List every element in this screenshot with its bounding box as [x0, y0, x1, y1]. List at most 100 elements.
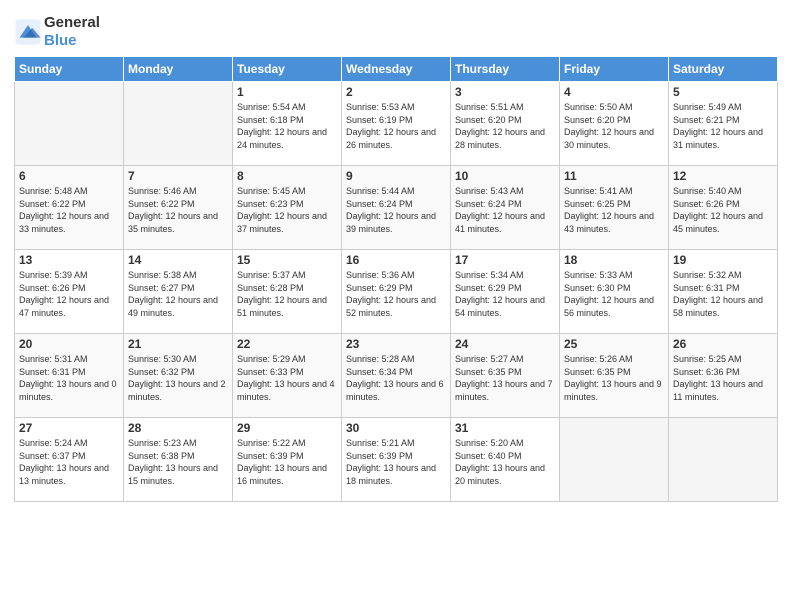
day-info: Sunrise: 5:27 AM Sunset: 6:35 PM Dayligh… [455, 353, 555, 403]
day-info: Sunrise: 5:36 AM Sunset: 6:29 PM Dayligh… [346, 269, 446, 319]
day-number: 2 [346, 85, 446, 99]
calendar-day-cell: 8 Sunrise: 5:45 AM Sunset: 6:23 PM Daylig… [233, 166, 342, 250]
calendar-day-cell: 19Sunrise: 5:32 AM Sunset: 6:31 PM Dayli… [669, 250, 778, 334]
calendar-day-cell: 27 Sunrise: 5:24 AM Sunset: 6:37 PM Dayli… [15, 418, 124, 502]
day-info: Sunrise: 5:33 AM Sunset: 6:30 PM Dayligh… [564, 269, 664, 319]
calendar-day-cell [560, 418, 669, 502]
calendar-week-row: 20 Sunrise: 5:31 AM Sunset: 6:31 PM Dayli… [15, 334, 778, 418]
day-info: Sunrise: 5:45 AM Sunset: 6:23 PM Dayligh… [237, 185, 337, 235]
day-number: 6 [19, 169, 119, 183]
day-info: Sunrise: 5:40 AM Sunset: 6:26 PM Dayligh… [673, 185, 773, 235]
calendar-day-header: Saturday [669, 57, 778, 82]
day-info: Sunrise: 5:46 AM Sunset: 6:22 PM Dayligh… [128, 185, 228, 235]
calendar-day-cell: 2 Sunrise: 5:53 AM Sunset: 6:19 PM Daylig… [342, 82, 451, 166]
day-info: Sunrise: 5:20 AM Sunset: 6:40 PM Dayligh… [455, 437, 555, 487]
calendar-day-cell: 22 Sunrise: 5:29 AM Sunset: 6:33 PM Dayli… [233, 334, 342, 418]
calendar-day-cell: 17 Sunrise: 5:34 AM Sunset: 6:29 PM Dayli… [451, 250, 560, 334]
day-number: 12 [673, 169, 773, 183]
day-info: Sunrise: 5:44 AM Sunset: 6:24 PM Dayligh… [346, 185, 446, 235]
calendar-day-cell: 15 Sunrise: 5:37 AM Sunset: 6:28 PM Dayli… [233, 250, 342, 334]
day-info: Sunrise: 5:38 AM Sunset: 6:27 PM Dayligh… [128, 269, 228, 319]
day-number: 21 [128, 337, 228, 351]
calendar-day-cell: 12 Sunrise: 5:40 AM Sunset: 6:26 PM Dayli… [669, 166, 778, 250]
calendar-day-header: Tuesday [233, 57, 342, 82]
day-number: 27 [19, 421, 119, 435]
day-number: 8 [237, 169, 337, 183]
calendar-day-header: Sunday [15, 57, 124, 82]
calendar-day-cell: 31 Sunrise: 5:20 AM Sunset: 6:40 PM Dayli… [451, 418, 560, 502]
day-info: Sunrise: 5:41 AM Sunset: 6:25 PM Dayligh… [564, 185, 664, 235]
day-info: Sunrise: 5:29 AM Sunset: 6:33 PM Dayligh… [237, 353, 337, 403]
calendar-day-cell: 26 Sunrise: 5:25 AM Sunset: 6:36 PM Dayli… [669, 334, 778, 418]
calendar-week-row: 1Sunrise: 5:54 AM Sunset: 6:18 PM Daylig… [15, 82, 778, 166]
day-number: 17 [455, 253, 555, 267]
day-number: 18 [564, 253, 664, 267]
day-number: 23 [346, 337, 446, 351]
day-info: Sunrise: 5:25 AM Sunset: 6:36 PM Dayligh… [673, 353, 773, 403]
calendar-day-cell: 24 Sunrise: 5:27 AM Sunset: 6:35 PM Dayli… [451, 334, 560, 418]
calendar-day-cell: 9 Sunrise: 5:44 AM Sunset: 6:24 PM Daylig… [342, 166, 451, 250]
calendar-day-cell: 29 Sunrise: 5:22 AM Sunset: 6:39 PM Dayli… [233, 418, 342, 502]
calendar-week-row: 13Sunrise: 5:39 AM Sunset: 6:26 PM Dayli… [15, 250, 778, 334]
day-number: 29 [237, 421, 337, 435]
calendar-day-header: Friday [560, 57, 669, 82]
logo-text: General Blue [44, 14, 100, 50]
logo-icon [14, 18, 42, 46]
page: General Blue SundayMondayTuesdayWednesda… [0, 0, 792, 612]
calendar-day-header: Wednesday [342, 57, 451, 82]
day-info: Sunrise: 5:28 AM Sunset: 6:34 PM Dayligh… [346, 353, 446, 403]
calendar-week-row: 27 Sunrise: 5:24 AM Sunset: 6:37 PM Dayli… [15, 418, 778, 502]
day-number: 31 [455, 421, 555, 435]
day-info: Sunrise: 5:22 AM Sunset: 6:39 PM Dayligh… [237, 437, 337, 487]
calendar-day-cell: 7 Sunrise: 5:46 AM Sunset: 6:22 PM Daylig… [124, 166, 233, 250]
calendar-day-header: Thursday [451, 57, 560, 82]
calendar-day-cell [15, 82, 124, 166]
day-number: 5 [673, 85, 773, 99]
day-info: Sunrise: 5:26 AM Sunset: 6:35 PM Dayligh… [564, 353, 664, 403]
day-number: 14 [128, 253, 228, 267]
day-info: Sunrise: 5:53 AM Sunset: 6:19 PM Dayligh… [346, 101, 446, 151]
calendar-day-cell [124, 82, 233, 166]
day-number: 1 [237, 85, 337, 99]
calendar-day-cell: 21 Sunrise: 5:30 AM Sunset: 6:32 PM Dayli… [124, 334, 233, 418]
calendar-day-cell: 30Sunrise: 5:21 AM Sunset: 6:39 PM Dayli… [342, 418, 451, 502]
day-number: 15 [237, 253, 337, 267]
calendar-day-cell: 16 Sunrise: 5:36 AM Sunset: 6:29 PM Dayli… [342, 250, 451, 334]
day-info: Sunrise: 5:37 AM Sunset: 6:28 PM Dayligh… [237, 269, 337, 319]
header: General Blue [14, 10, 778, 50]
day-number: 16 [346, 253, 446, 267]
day-number: 9 [346, 169, 446, 183]
day-info: Sunrise: 5:43 AM Sunset: 6:24 PM Dayligh… [455, 185, 555, 235]
calendar-day-cell [669, 418, 778, 502]
day-info: Sunrise: 5:21 AM Sunset: 6:39 PM Dayligh… [346, 437, 446, 487]
day-number: 3 [455, 85, 555, 99]
day-info: Sunrise: 5:34 AM Sunset: 6:29 PM Dayligh… [455, 269, 555, 319]
logo: General Blue [14, 14, 100, 50]
calendar-day-cell: 14 Sunrise: 5:38 AM Sunset: 6:27 PM Dayli… [124, 250, 233, 334]
day-number: 10 [455, 169, 555, 183]
calendar-day-header: Monday [124, 57, 233, 82]
day-number: 7 [128, 169, 228, 183]
calendar-day-cell: 3Sunrise: 5:51 AM Sunset: 6:20 PM Daylig… [451, 82, 560, 166]
day-info: Sunrise: 5:30 AM Sunset: 6:32 PM Dayligh… [128, 353, 228, 403]
day-number: 24 [455, 337, 555, 351]
calendar-day-cell: 25Sunrise: 5:26 AM Sunset: 6:35 PM Dayli… [560, 334, 669, 418]
day-number: 22 [237, 337, 337, 351]
calendar-week-row: 6 Sunrise: 5:48 AM Sunset: 6:22 PM Daylig… [15, 166, 778, 250]
day-info: Sunrise: 5:31 AM Sunset: 6:31 PM Dayligh… [19, 353, 119, 403]
day-number: 26 [673, 337, 773, 351]
day-number: 20 [19, 337, 119, 351]
calendar-header-row: SundayMondayTuesdayWednesdayThursdayFrid… [15, 57, 778, 82]
day-number: 4 [564, 85, 664, 99]
day-number: 11 [564, 169, 664, 183]
calendar-day-cell: 11 Sunrise: 5:41 AM Sunset: 6:25 PM Dayli… [560, 166, 669, 250]
calendar-day-cell: 28Sunrise: 5:23 AM Sunset: 6:38 PM Dayli… [124, 418, 233, 502]
calendar-day-cell: 1Sunrise: 5:54 AM Sunset: 6:18 PM Daylig… [233, 82, 342, 166]
day-info: Sunrise: 5:48 AM Sunset: 6:22 PM Dayligh… [19, 185, 119, 235]
day-info: Sunrise: 5:24 AM Sunset: 6:37 PM Dayligh… [19, 437, 119, 487]
day-info: Sunrise: 5:23 AM Sunset: 6:38 PM Dayligh… [128, 437, 228, 487]
calendar-day-cell: 20 Sunrise: 5:31 AM Sunset: 6:31 PM Dayli… [15, 334, 124, 418]
calendar-day-cell: 23 Sunrise: 5:28 AM Sunset: 6:34 PM Dayli… [342, 334, 451, 418]
day-info: Sunrise: 5:32 AM Sunset: 6:31 PM Dayligh… [673, 269, 773, 319]
calendar-table: SundayMondayTuesdayWednesdayThursdayFrid… [14, 56, 778, 502]
